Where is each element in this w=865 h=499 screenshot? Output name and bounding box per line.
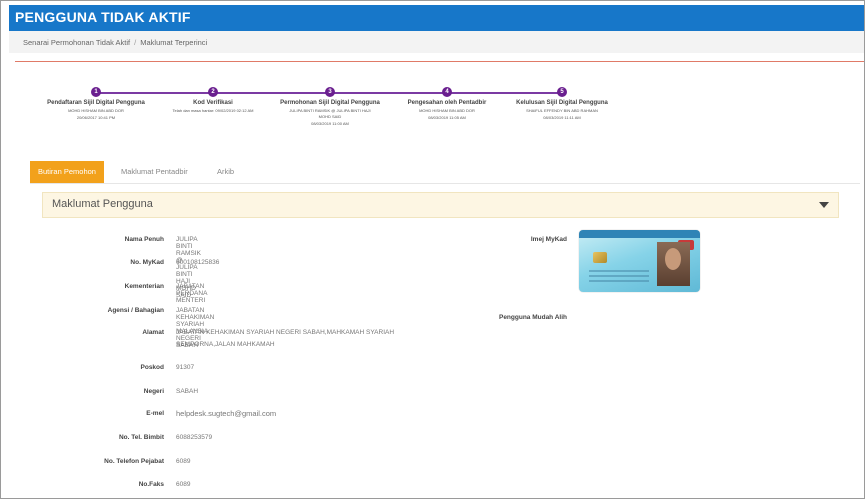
step-3-title: Permohonan Sijil Digital Pengguna [280, 100, 380, 106]
progress-stepper: 1 Pendaftaran Sijil Digital Pengguna MOH… [1, 87, 864, 147]
value-tel-pejabat: 6089 [176, 458, 191, 465]
step-3-name: JULIPA BINTI RAMSIK @ JULIPA BINTI HAJI … [289, 108, 371, 119]
step-1-dot: 1 [91, 87, 101, 97]
mykad-face [665, 248, 681, 270]
breadcrumb: Senarai Permohonan Tidak Aktif / Maklumat … [9, 31, 864, 53]
step-5: 5 Kelulusan Sijil Digital Pengguna SHAIF… [497, 87, 627, 120]
label-tel-bimbit: No. Tel. Bimbit [118, 434, 164, 441]
breadcrumb-current: Maklumat Terperinci [140, 38, 208, 47]
value-no-mykad: 600108125836 [176, 259, 220, 266]
step-1: 1 Pendaftaran Sijil Digital Pengguna MOH… [31, 87, 161, 120]
value-alamat-line2: SEMPORNA,JALAN MAHKAMAH [176, 341, 275, 348]
mykad-chip [593, 252, 607, 263]
label-agensi: Agensi / Bahagian [107, 307, 164, 314]
label-tel-pejabat: No. Telefon Pejabat [104, 458, 164, 465]
label-no-mykad: No. MyKad [130, 259, 164, 266]
step-2-name: Telah dan masa hantar: 09/02/2019 02:12 … [172, 108, 254, 113]
step-2-title: Kod Verifikasi [193, 100, 233, 106]
page-frame: PENGGUNA TIDAK AKTIF Senarai Permohonan … [0, 0, 865, 499]
panel-title: Maklumat Pengguna [52, 198, 153, 210]
header-bar: PENGGUNA TIDAK AKTIF [9, 5, 864, 31]
tab-maklumat-pentadbir[interactable]: Maklumat Pentadbir [121, 161, 188, 183]
step-4-title: Pengesahan oleh Pentadbir [407, 100, 487, 106]
step-5-name: SHAIFUL EFFENDY BIN ABD RAHMAN [526, 108, 598, 113]
step-5-date: 08/03/2019 11:11 AM [543, 115, 581, 120]
step-1-name: MOHD HISHAM BIN ABD DOR [68, 108, 124, 113]
step-1-date: 20/06/2017 10:41 PM [76, 115, 116, 120]
value-negeri: SABAH [176, 388, 199, 395]
breadcrumb-separator: / [134, 38, 137, 47]
label-pengguna-mudah-alih: Pengguna Mudah Alih [498, 314, 567, 321]
step-4-date: 08/03/2019 11:05 AM [428, 115, 466, 120]
breadcrumb-link-senarai[interactable]: Senarai Permohonan Tidak Aktif [23, 38, 130, 47]
step-5-dot: 5 [557, 87, 567, 97]
value-poskod: 91307 [176, 364, 195, 371]
label-alamat: Alamat [142, 329, 164, 336]
mykad-image[interactable] [579, 230, 700, 292]
label-faks: No.Faks [138, 481, 164, 488]
label-emel: E-mel [146, 410, 164, 417]
value-faks: 6089 [176, 481, 191, 488]
step-5-title: Kelulusan Sijil Digital Pengguna [516, 100, 608, 106]
tab-arkib[interactable]: Arkib [217, 161, 234, 183]
value-emel: helpdesk.sugtech@gmail.com [176, 409, 277, 418]
tab-butiran-pemohon[interactable]: Butiran Pemohon [30, 161, 104, 183]
label-kementerian: Kementerian [124, 283, 164, 290]
value-kementerian: JABATAN PERDANA MENTERI [176, 283, 208, 304]
page-title: PENGGUNA TIDAK AKTIF [15, 9, 191, 25]
caret-down-icon[interactable] [819, 202, 829, 208]
step-2-dot: 2 [208, 87, 218, 97]
step-2: 2 Kod Verifikasi Telah dan masa hantar: … [148, 87, 278, 115]
step-3-dot: 3 [325, 87, 335, 97]
value-alamat-line1: JABATAN KEHAKIMAN SYARIAH NEGERI SABAH,M… [176, 329, 395, 336]
step-4-dot: 4 [442, 87, 452, 97]
label-negeri: Negeri [143, 388, 164, 395]
step-4-name: MOHD HISHAM BIN ABD DOR [419, 108, 475, 113]
divider [15, 61, 864, 62]
label-imej-mykad: Imej MyKad [530, 236, 567, 243]
mykad-band [579, 230, 700, 238]
tab-underline [30, 183, 860, 184]
label-poskod: Poskod [140, 364, 164, 371]
step-4: 4 Pengesahan oleh Pentadbir MOHD HISHAM … [382, 87, 512, 120]
step-1-title: Pendaftaran Sijil Digital Pengguna [47, 100, 145, 106]
mykad-text-lines [589, 270, 649, 285]
step-3: 3 Permohonan Sijil Digital Pengguna JULI… [265, 87, 395, 126]
value-tel-bimbit: 6088253579 [176, 434, 213, 441]
panel-header[interactable]: Maklumat Pengguna [42, 192, 839, 218]
step-3-date: 08/03/2019 11:00 AM [311, 121, 349, 126]
